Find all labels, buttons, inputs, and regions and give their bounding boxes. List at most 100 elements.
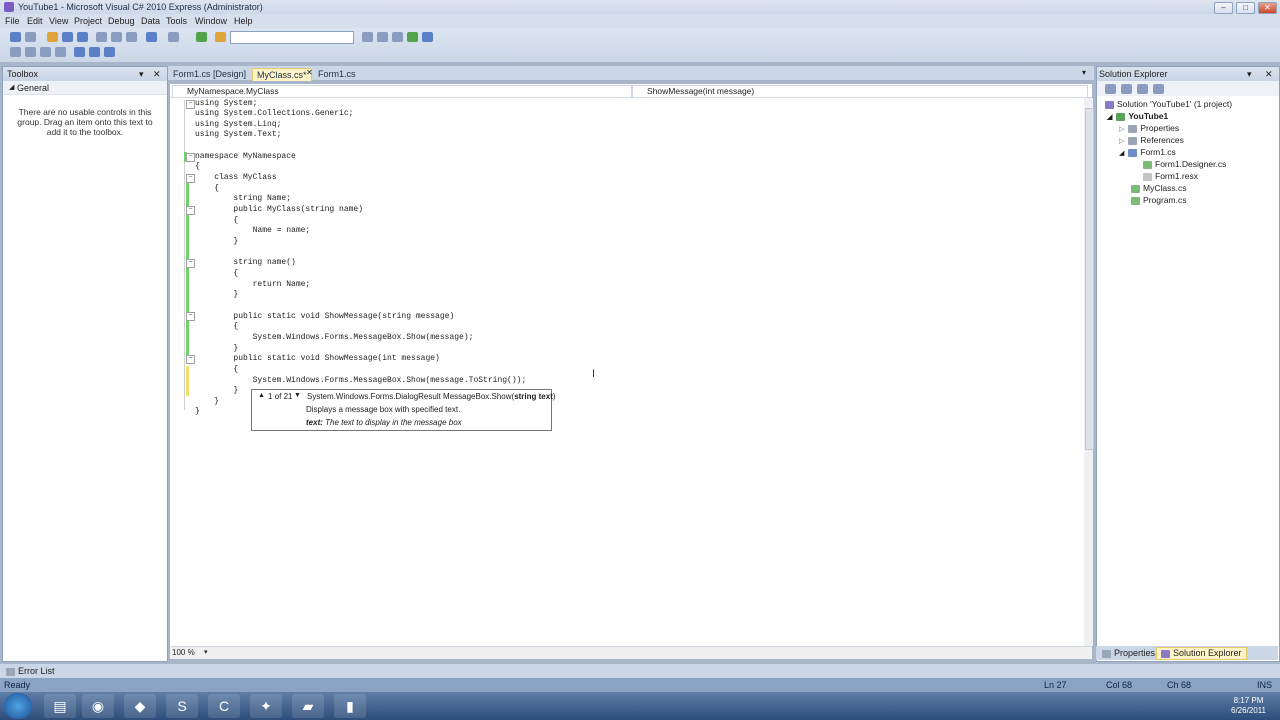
- object-browser-icon[interactable]: [392, 32, 403, 42]
- tab-dropdown-icon[interactable]: ▾: [1082, 68, 1086, 77]
- pin-icon[interactable]: ▾: [139, 69, 144, 80]
- start-page-icon[interactable]: [422, 32, 433, 42]
- clock-date: 6/26/2011: [1231, 706, 1266, 715]
- tree-item-solution[interactable]: Solution 'YouTube1' (1 project): [1105, 99, 1232, 109]
- system-clock[interactable]: 8:17 PM 6/26/2011: [1231, 696, 1266, 716]
- tab-myclass[interactable]: MyClass.cs*: [252, 68, 312, 81]
- solution-configuration-combo[interactable]: [230, 31, 354, 44]
- toolbox-close-icon[interactable]: ✕: [153, 69, 161, 80]
- comment-icon[interactable]: [10, 47, 21, 57]
- minimize-button[interactable]: –: [1214, 2, 1233, 14]
- tree-item-myclass[interactable]: MyClass.cs: [1131, 183, 1186, 193]
- aim-taskbar-icon[interactable]: ✦: [250, 694, 282, 718]
- save-all-icon[interactable]: [77, 32, 88, 42]
- member-selector[interactable]: ShowMessage(int message): [632, 85, 1088, 98]
- menu-tools[interactable]: Tools: [166, 16, 187, 26]
- prev-overload-icon[interactable]: ▲: [258, 392, 265, 399]
- collapsed-icon[interactable]: ▷: [1119, 126, 1124, 133]
- show-all-files-icon[interactable]: [1121, 84, 1132, 94]
- add-item-icon[interactable]: [25, 32, 36, 42]
- tree-item-form1-designer[interactable]: Form1.Designer.cs: [1143, 159, 1226, 169]
- save-icon[interactable]: [62, 32, 73, 42]
- solution-explorer-icon[interactable]: [362, 32, 373, 42]
- error-list-tab[interactable]: Error List: [6, 666, 55, 676]
- signature-close: ): [552, 392, 556, 401]
- cs-file-icon: [1131, 184, 1140, 193]
- media-taskbar-icon[interactable]: ▮: [334, 694, 366, 718]
- tree-item-form1-resx[interactable]: Form1.resx: [1143, 171, 1198, 181]
- folder-taskbar-icon[interactable]: ▰: [292, 694, 324, 718]
- menu-help[interactable]: Help: [234, 16, 253, 26]
- redo-icon[interactable]: [168, 32, 179, 42]
- collapse-method-icon[interactable]: −: [186, 312, 195, 321]
- properties-icon[interactable]: [377, 32, 388, 42]
- start-debugging-icon[interactable]: [196, 32, 207, 42]
- menu-view[interactable]: View: [49, 16, 68, 26]
- view-class-diagram-icon[interactable]: [1153, 84, 1164, 94]
- tree-item-program[interactable]: Program.cs: [1131, 195, 1186, 205]
- indent-icon[interactable]: [55, 47, 66, 57]
- collapse-constructor-icon[interactable]: −: [186, 206, 195, 215]
- tree-item-form1[interactable]: ◢ Form1.cs: [1119, 147, 1176, 157]
- tab-close-icon[interactable]: ✕: [306, 68, 313, 77]
- explorer-taskbar-icon[interactable]: ▤: [44, 694, 76, 718]
- menu-data[interactable]: Data: [141, 16, 160, 26]
- tab-solution-explorer[interactable]: Solution Explorer: [1156, 647, 1247, 660]
- collapse-class-icon[interactable]: −: [186, 174, 195, 183]
- close-button[interactable]: ✕: [1258, 2, 1277, 14]
- copy-icon[interactable]: [111, 32, 122, 42]
- open-file-icon[interactable]: [47, 32, 58, 42]
- maximize-button[interactable]: □: [1236, 2, 1255, 14]
- tree-item-references[interactable]: ▷ References: [1119, 135, 1184, 145]
- menu-debug[interactable]: Debug: [108, 16, 135, 26]
- zoom-level[interactable]: 100 %: [172, 648, 195, 657]
- zoom-dropdown-icon[interactable]: ▾: [204, 648, 208, 656]
- scrollbar-thumb[interactable]: [1085, 108, 1094, 450]
- code-editor[interactable]: [170, 98, 1084, 646]
- collapse-method-icon[interactable]: −: [186, 259, 195, 268]
- expand-icon[interactable]: ◢: [1119, 150, 1124, 157]
- tree-item-project[interactable]: ◢ YouTube1: [1107, 111, 1168, 121]
- menu-window[interactable]: Window: [195, 16, 227, 26]
- app-taskbar-icon[interactable]: ◆: [124, 694, 156, 718]
- prev-bookmark-icon[interactable]: [89, 47, 100, 57]
- uncomment-icon[interactable]: [25, 47, 36, 57]
- toolbox-group-general[interactable]: ◢ General: [3, 81, 167, 95]
- next-overload-icon[interactable]: ▼: [294, 392, 301, 399]
- code-line-8: class MyClass: [195, 173, 277, 182]
- properties-icon[interactable]: [1105, 84, 1116, 94]
- tab-form1-design[interactable]: Form1.cs [Design]: [169, 68, 250, 80]
- solution-explorer-panel: Solution Explorer ▾ ✕ Solution 'YouTube1…: [1096, 66, 1280, 662]
- form-icon: [1128, 148, 1138, 157]
- refresh-icon[interactable]: [1137, 84, 1148, 94]
- cut-icon[interactable]: [96, 32, 107, 42]
- collapse-using-icon[interactable]: −: [186, 100, 195, 109]
- expand-icon[interactable]: ◢: [1107, 114, 1112, 121]
- visual-csharp-taskbar-icon[interactable]: C: [208, 694, 240, 718]
- start-button[interactable]: [4, 693, 32, 719]
- collapse-namespace-icon[interactable]: −: [186, 153, 195, 162]
- pin-icon[interactable]: ▾: [1247, 69, 1252, 80]
- find-in-files-icon[interactable]: [215, 32, 226, 42]
- bookmark-icon[interactable]: [74, 47, 85, 57]
- menu-edit[interactable]: Edit: [27, 16, 43, 26]
- paste-icon[interactable]: [126, 32, 137, 42]
- next-bookmark-icon[interactable]: [104, 47, 115, 57]
- tab-form1[interactable]: Form1.cs: [314, 68, 360, 80]
- solution-explorer-close-icon[interactable]: ✕: [1265, 69, 1273, 80]
- change-marker-unsaved: [186, 366, 189, 396]
- toolbox-title: Toolbox: [7, 69, 39, 79]
- menu-project[interactable]: Project: [74, 16, 102, 26]
- outdent-icon[interactable]: [40, 47, 51, 57]
- tree-item-properties[interactable]: ▷ Properties: [1119, 123, 1179, 133]
- undo-icon[interactable]: [146, 32, 157, 42]
- collapse-method-icon[interactable]: −: [186, 355, 195, 364]
- menu-file[interactable]: File: [5, 16, 20, 26]
- chrome-taskbar-icon[interactable]: ◉: [82, 694, 114, 718]
- tab-properties[interactable]: Properties: [1102, 648, 1155, 658]
- skype-taskbar-icon[interactable]: S: [166, 694, 198, 718]
- toolbox-icon[interactable]: [407, 32, 418, 42]
- type-selector[interactable]: MyNamespace.MyClass: [172, 85, 632, 98]
- collapsed-icon[interactable]: ▷: [1119, 138, 1124, 145]
- new-project-icon[interactable]: [10, 32, 21, 42]
